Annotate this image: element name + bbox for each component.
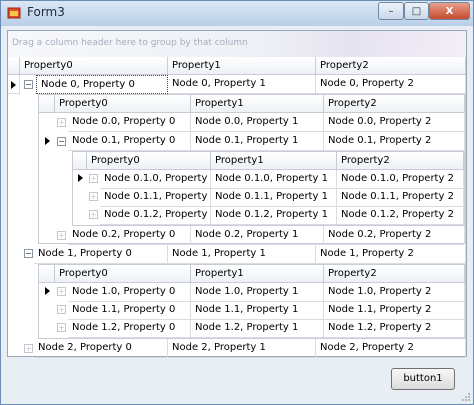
expand-icon[interactable]: +	[24, 344, 33, 353]
table-cell[interactable]: Node 0.1.2, Property 0	[100, 206, 211, 225]
row-header[interactable]	[8, 75, 20, 94]
column-header-property2[interactable]: Property2	[324, 95, 465, 113]
table-cell[interactable]: Node 1.2, Property 2	[324, 319, 465, 338]
table-cell[interactable]: Node 0, Property 2	[316, 75, 466, 94]
table-cell[interactable]: Node 1.1, Property 2	[324, 301, 465, 320]
column-header-property0[interactable]: Property0	[87, 152, 211, 170]
window-title: Form3	[27, 5, 65, 19]
expand-icon[interactable]: +	[89, 174, 98, 183]
table-cell[interactable]: Node 1.2, Property 0	[68, 319, 191, 338]
table-cell[interactable]: Node 0.0, Property 1	[191, 113, 324, 132]
table-cell[interactable]: Node 1.1, Property 0	[68, 301, 191, 320]
close-icon: X	[445, 5, 454, 17]
table-cell[interactable]: Node 0.1.2, Property 1	[211, 206, 337, 225]
table-cell[interactable]: Node 0.1, Property 2	[324, 132, 465, 151]
table-cell[interactable]: Node 2, Property 0	[34, 339, 168, 358]
table-cell[interactable]: Node 0.1, Property 0	[68, 132, 191, 151]
table-cell[interactable]: Node 0.1.0, Property 0	[100, 170, 211, 189]
table-cell[interactable]: Node 0.1.2, Property 2	[337, 206, 464, 225]
table-cell[interactable]: Node 1.2, Property 1	[191, 319, 324, 338]
column-header-property2[interactable]: Property2	[316, 57, 466, 75]
table-cell[interactable]: Node 0.1.0, Property 2	[337, 170, 464, 189]
close-button[interactable]: X	[429, 2, 470, 20]
table-cell[interactable]: Node 2, Property 1	[168, 339, 316, 358]
collapse-icon[interactable]: −	[57, 137, 66, 146]
title-bar[interactable]: Form3 – □ X	[0, 0, 474, 26]
column-header-property2[interactable]: Property2	[337, 152, 464, 170]
table-cell[interactable]: Node 0.1.1, Property 1	[211, 188, 337, 207]
table-cell[interactable]: Node 2, Property 2	[316, 339, 466, 358]
app-icon	[7, 7, 21, 19]
column-header-property0[interactable]: Property0	[55, 95, 191, 113]
column-header-property1[interactable]: Property1	[168, 57, 316, 75]
minimize-icon: –	[388, 5, 394, 17]
table-cell[interactable]: Node 1.0, Property 0	[68, 283, 191, 302]
expand-icon[interactable]: +	[57, 118, 66, 127]
maximize-icon: □	[411, 5, 422, 17]
table-cell[interactable]: Node 0.2, Property 1	[191, 226, 324, 245]
table-cell[interactable]: Node 0.1.0, Property 1	[211, 170, 337, 189]
current-row-indicator-icon	[78, 174, 83, 182]
column-header-property2[interactable]: Property2	[324, 265, 465, 283]
column-header-property0[interactable]: Property0	[55, 265, 191, 283]
maximize-button[interactable]: □	[404, 2, 429, 20]
table-cell[interactable]: Node 1.0, Property 1	[191, 283, 324, 302]
row-header-corner	[8, 57, 20, 75]
table-cell[interactable]: Node 1.1, Property 1	[191, 301, 324, 320]
row-header-corner	[39, 265, 55, 283]
expand-icon[interactable]: +	[57, 305, 66, 314]
current-row-indicator-icon	[45, 137, 50, 145]
collapse-icon[interactable]: −	[24, 80, 33, 89]
table-cell[interactable]: Node 1, Property 1	[168, 245, 316, 264]
group-by-panel[interactable]: Drag a column header here to group by th…	[8, 31, 466, 57]
table-cell[interactable]: Node 1, Property 2	[316, 245, 466, 264]
column-header-property1[interactable]: Property1	[191, 95, 324, 113]
expand-icon[interactable]: +	[57, 231, 66, 240]
table-cell[interactable]: Node 0.1, Property 1	[191, 132, 324, 151]
table-cell[interactable]: Node 0.0, Property 2	[324, 113, 465, 132]
table-cell[interactable]: Node 1, Property 0	[34, 245, 168, 264]
minimize-button[interactable]: –	[378, 2, 404, 20]
table-cell[interactable]: Node 1.0, Property 2	[324, 283, 465, 302]
expand-icon[interactable]: +	[89, 210, 98, 219]
expand-icon[interactable]: +	[57, 323, 66, 332]
table-cell[interactable]: Node 0.2, Property 0	[68, 226, 191, 245]
table-cell[interactable]: Node 0.1.1, Property 2	[337, 188, 464, 207]
table-cell[interactable]: Node 0.1.1, Property 0	[100, 188, 211, 207]
current-row-indicator-icon	[45, 287, 50, 295]
group-panel-hint: Drag a column header here to group by th…	[12, 38, 248, 48]
column-header-property1[interactable]: Property1	[191, 265, 324, 283]
expand-icon[interactable]: +	[89, 192, 98, 201]
row-header-corner	[73, 152, 87, 170]
column-header-property1[interactable]: Property1	[211, 152, 337, 170]
table-cell[interactable]: Node 0, Property 1	[168, 75, 316, 94]
table-cell[interactable]: Node 0.0, Property 0	[68, 113, 191, 132]
column-header-property0[interactable]: Property0	[20, 57, 168, 75]
expand-icon[interactable]: +	[57, 287, 66, 296]
button1[interactable]: button1	[391, 368, 455, 390]
table-cell[interactable]: Node 0, Property 0	[36, 75, 168, 94]
resize-grip-icon[interactable]	[461, 392, 471, 402]
row-header-corner	[39, 95, 55, 113]
table-cell[interactable]: Node 0.2, Property 2	[324, 226, 465, 245]
collapse-icon[interactable]: −	[24, 249, 33, 258]
current-row-indicator-icon	[11, 81, 16, 89]
